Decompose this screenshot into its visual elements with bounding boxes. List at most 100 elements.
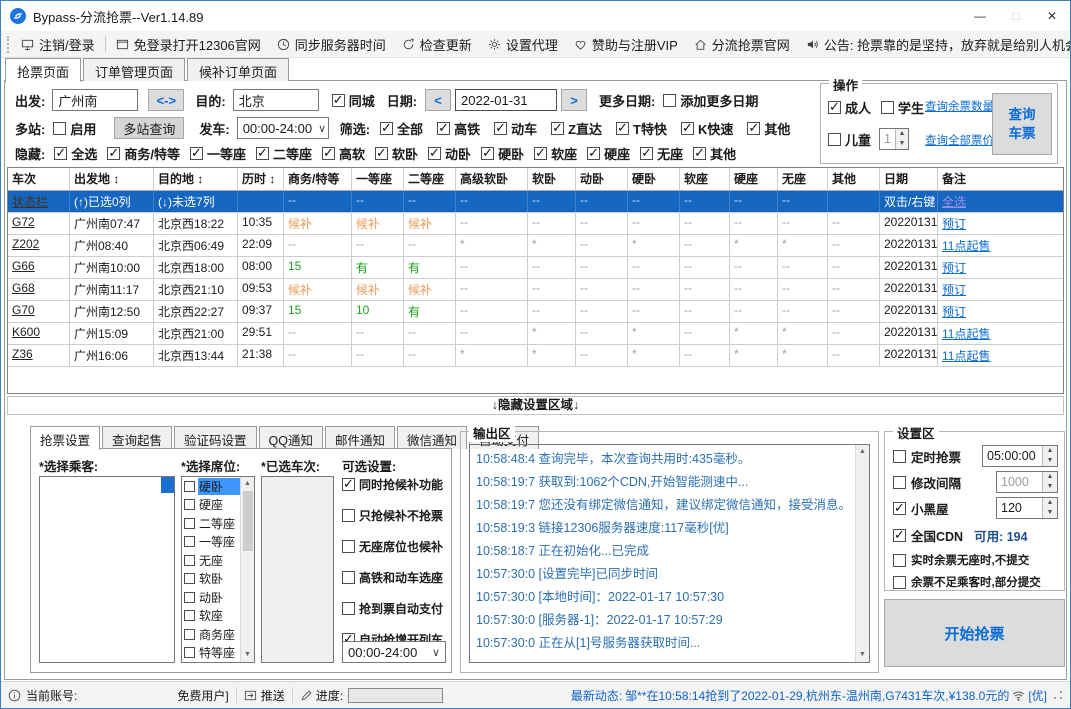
child-count-stepper[interactable]: 1 ▲ ▼ xyxy=(879,128,910,150)
booking-link[interactable]: 11点起售 xyxy=(942,349,990,363)
multi-station-enable-checkbox[interactable] xyxy=(53,121,67,135)
seat-option-6[interactable]: 动卧 xyxy=(182,588,240,607)
train-link[interactable]: 状态栏 xyxy=(12,195,48,209)
column-header-7[interactable]: 高级软卧 xyxy=(456,168,528,190)
same-city-option[interactable]: 同城 xyxy=(331,91,375,110)
scroll-down-icon[interactable]: ▼ xyxy=(244,648,251,662)
column-header-10[interactable]: 硬卧 xyxy=(628,168,680,190)
scrollbar-thumb[interactable] xyxy=(242,491,253,551)
filter-option-1-checkbox[interactable] xyxy=(437,120,451,136)
filter-option-4[interactable]: T特快 xyxy=(616,119,667,138)
maximize-button[interactable]: □ xyxy=(998,1,1034,31)
hide-option-5[interactable]: 软卧 xyxy=(375,144,418,163)
partial-submit-checkbox[interactable] xyxy=(893,575,906,589)
seat-option-4-checkbox[interactable] xyxy=(184,554,195,566)
grab-option-4-checkbox[interactable] xyxy=(342,602,355,615)
filter-option-4-checkbox[interactable] xyxy=(616,120,630,136)
output-log-area[interactable]: 10:58:48:4 查询完毕，本次查询共用时:435毫秒。 10:58:19:7… xyxy=(469,444,870,663)
booking-link[interactable]: 预订 xyxy=(942,217,966,231)
student-checkbox[interactable] xyxy=(881,100,895,114)
booking-link[interactable]: 11点起售 xyxy=(942,327,990,341)
passenger-scrollbar-thumb[interactable] xyxy=(161,477,174,493)
booking-link[interactable]: 预订 xyxy=(942,283,966,297)
grab-option-1[interactable]: 只抢候补不抢票 xyxy=(342,507,448,524)
train-link[interactable]: Z202 xyxy=(12,237,39,251)
add-more-dates-checkbox[interactable] xyxy=(663,93,677,107)
hide-option-1-checkbox[interactable] xyxy=(107,145,121,161)
depart-time-select[interactable]: 00:00-24:00 ∨ xyxy=(236,117,329,139)
column-header-2[interactable]: 目的地 ↕ xyxy=(154,168,238,190)
interval-stepper[interactable]: 1000 ▲ ▼ xyxy=(996,471,1058,493)
add-more-dates-option[interactable]: 添加更多日期 xyxy=(663,91,758,110)
scroll-down-icon[interactable]: ▼ xyxy=(859,648,866,662)
booking-link[interactable]: 预订 xyxy=(942,261,966,275)
hide-option-11-checkbox[interactable] xyxy=(693,145,707,161)
column-header-11[interactable]: 软座 xyxy=(680,168,730,190)
grab-time-range-select[interactable]: 00:00-24:00 ∨ xyxy=(342,641,446,663)
grab-option-0-checkbox[interactable] xyxy=(342,476,355,492)
booking-link[interactable]: 全选 xyxy=(942,195,966,209)
table-row-G72[interactable]: G72 广州南07:47 北京西18:22 10:35 候补 候补 候补 -- -- -- -- --… xyxy=(8,213,1063,235)
column-header-12[interactable]: 硬座 xyxy=(730,168,778,190)
filter-option-2[interactable]: 动车 xyxy=(494,119,537,138)
table-row-G66[interactable]: G66 广州南10:00 北京西18:00 08:00 15 有有 -- -- -- -- -- --… xyxy=(8,257,1063,279)
table-row-K600[interactable]: K600 广州15:09 北京西21:00 29:51 -- -- -- -- * -- * -- * *… xyxy=(8,323,1063,345)
seat-option-5-checkbox[interactable] xyxy=(184,573,195,585)
hide-option-10-checkbox[interactable] xyxy=(640,145,654,161)
filter-option-1[interactable]: 高铁 xyxy=(437,119,480,138)
toolbar-grip[interactable] xyxy=(7,35,9,53)
close-button[interactable]: ✕ xyxy=(1034,1,1070,31)
hide-option-6[interactable]: 动卧 xyxy=(428,144,471,163)
column-header-9[interactable]: 动卧 xyxy=(576,168,628,190)
toolbar-item-6[interactable]: 分流抢票官网 xyxy=(686,35,798,54)
toolbar-item-4[interactable]: 设置代理 xyxy=(480,35,566,54)
hide-option-2[interactable]: 一等座 xyxy=(189,144,246,163)
filter-option-3-checkbox[interactable] xyxy=(551,120,565,136)
table-row-G70[interactable]: G70 广州南12:50 北京西22:27 09:37 15 10 有 -- -- -- -- -- -… xyxy=(8,301,1063,323)
seat-list-scrollbar[interactable]: ▲ ▼ xyxy=(240,477,254,662)
toolbar-item-2[interactable]: 同步服务器时间 xyxy=(269,35,394,54)
toolbar-item-0[interactable]: 注销/登录 xyxy=(13,35,103,54)
filter-option-5[interactable]: K快速 xyxy=(681,119,733,138)
date-input[interactable]: 2022-01-31 xyxy=(455,89,558,111)
status-row[interactable]: 状态栏 (↑)已选0列 (↓)未选7列 -- -- -- -- -- -- -- -- -- -- 双击/… xyxy=(8,191,1063,213)
seat-option-0[interactable]: 硬卧 xyxy=(182,477,240,496)
train-link[interactable]: K600 xyxy=(12,325,40,339)
scroll-up-icon[interactable]: ▲ xyxy=(859,445,866,459)
hide-option-6-checkbox[interactable] xyxy=(428,145,442,161)
train-link[interactable]: G70 xyxy=(12,303,35,317)
query-remaining-tickets-link[interactable]: 查询余票数量 xyxy=(925,98,994,114)
column-header-6[interactable]: 二等座 xyxy=(404,168,456,190)
toolbar-item-3[interactable]: 检查更新 xyxy=(394,35,480,54)
seat-option-5[interactable]: 软卧 xyxy=(182,570,240,589)
grab-option-3[interactable]: 高铁和动车选座 xyxy=(342,569,448,586)
hide-option-1[interactable]: 商务/特等 xyxy=(107,144,180,163)
seat-option-9-checkbox[interactable] xyxy=(184,647,195,659)
main-tab-2[interactable]: 候补订单页面 xyxy=(187,58,290,81)
timed-grab-time-stepper[interactable]: 05:00:00 ▲ ▼ xyxy=(982,445,1058,467)
table-row-G68[interactable]: G68 广州南11:17 北京西21:10 09:53 候补 候补 候补 -- -- -- -- --… xyxy=(8,279,1063,301)
column-header-8[interactable]: 软卧 xyxy=(528,168,576,190)
hide-option-8-checkbox[interactable] xyxy=(534,145,548,161)
bottom-tab-4[interactable]: 邮件通知 xyxy=(325,426,396,449)
student-option[interactable]: 学生 xyxy=(881,98,924,117)
hidden-settings-divider[interactable]: ↓隐藏设置区域↓ xyxy=(7,396,1064,415)
toolbar-item-7[interactable]: 公告: 抢票靠的是坚持，放弃就是给别人机会! xyxy=(798,35,1070,54)
hide-option-2-checkbox[interactable] xyxy=(189,145,203,161)
resize-grip[interactable] xyxy=(1053,690,1063,700)
column-header-5[interactable]: 一等座 xyxy=(352,168,404,190)
cdn-checkbox[interactable] xyxy=(893,527,906,543)
output-scrollbar[interactable]: ▲ ▼ xyxy=(855,445,869,662)
table-row-Z202[interactable]: Z202 广州08:40 北京西06:49 22:09 -- -- -- * * -- * -- * * -… xyxy=(8,235,1063,257)
grab-option-2[interactable]: 无座席位也候补 xyxy=(342,538,448,555)
same-city-checkbox[interactable] xyxy=(331,92,345,108)
hide-option-0-checkbox[interactable] xyxy=(54,145,68,161)
timed-grab-checkbox[interactable] xyxy=(893,449,906,463)
bottom-tab-3[interactable]: QQ通知 xyxy=(258,426,323,449)
no-seat-checkbox[interactable] xyxy=(893,553,906,567)
seat-option-8-checkbox[interactable] xyxy=(184,628,195,640)
to-input[interactable]: 北京 xyxy=(232,89,319,111)
booking-link[interactable]: 预订 xyxy=(942,305,966,319)
grab-option-4[interactable]: 抢到票自动支付 xyxy=(342,600,448,617)
train-link[interactable]: G68 xyxy=(12,281,35,295)
